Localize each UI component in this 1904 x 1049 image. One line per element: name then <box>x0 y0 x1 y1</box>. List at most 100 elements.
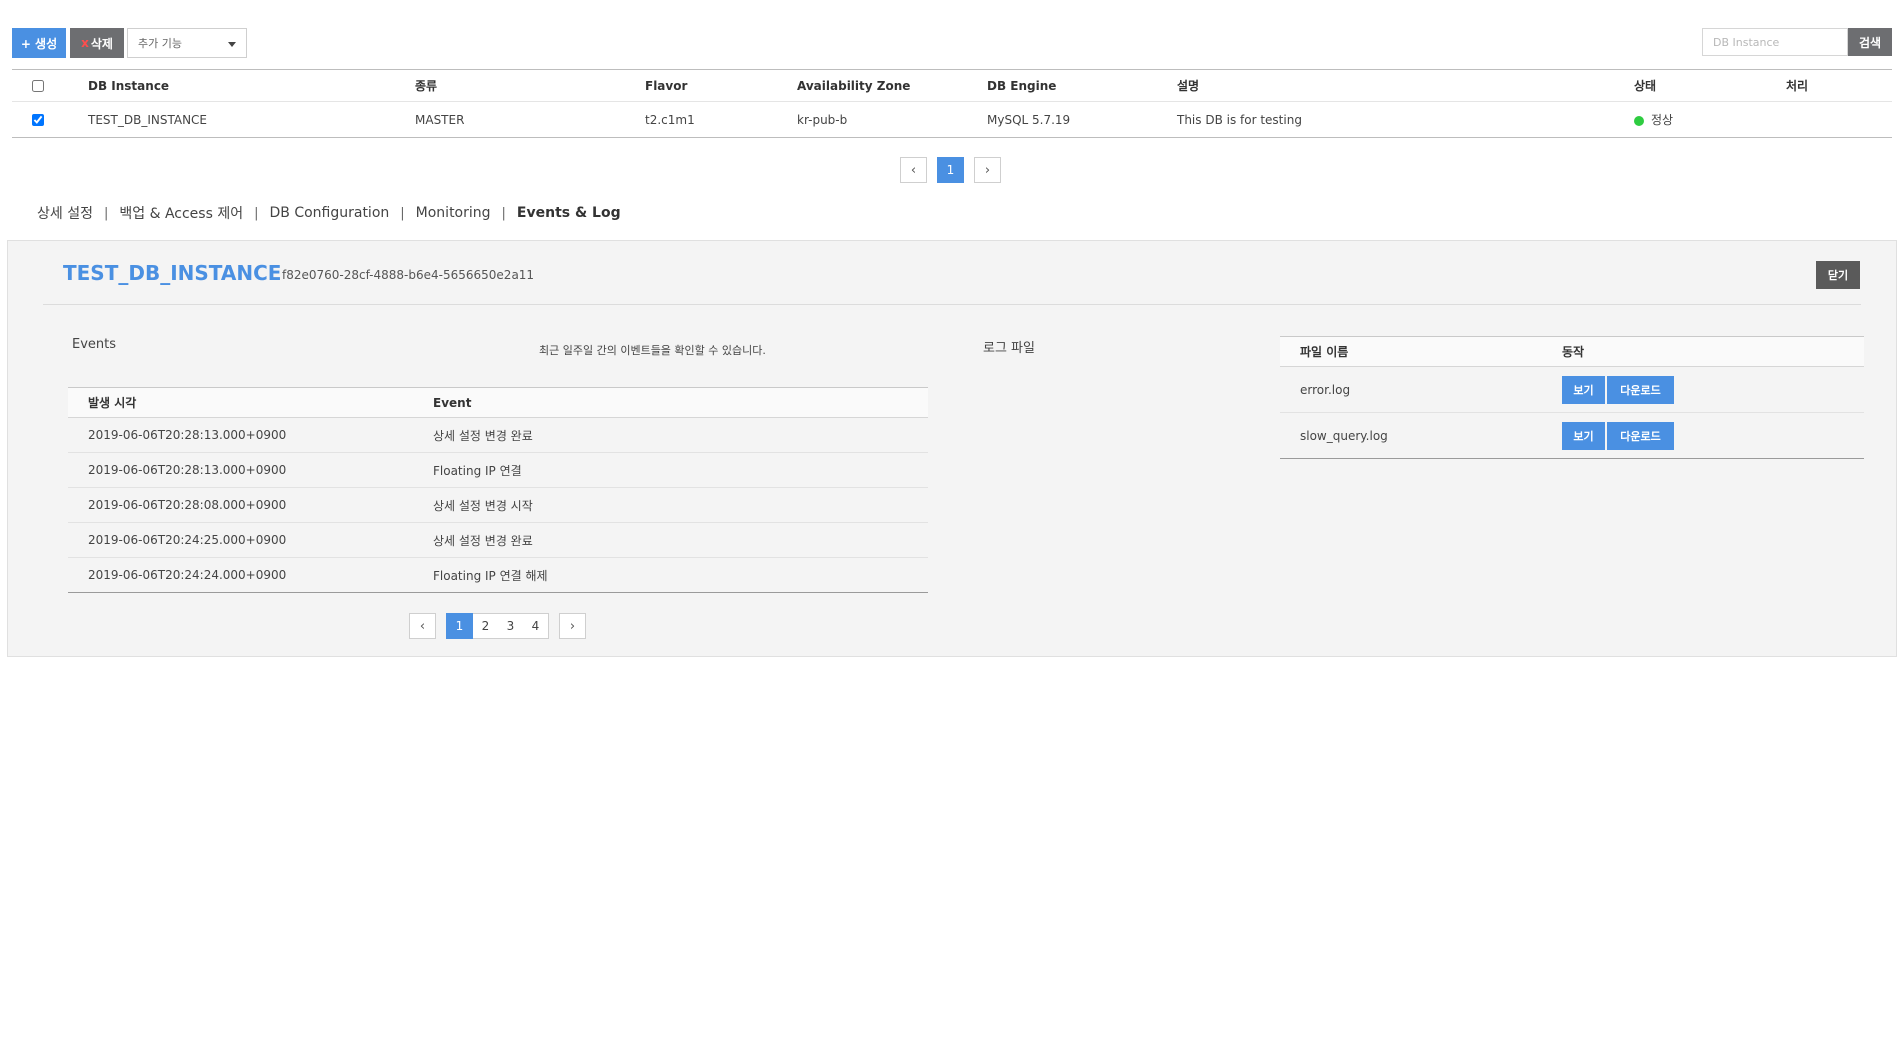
table-row[interactable]: TEST_DB_INSTANCE MASTER t2.c1m1 kr-pub-b… <box>12 102 1892 138</box>
chevron-right-icon: › <box>569 618 576 634</box>
instance-name: TEST_DB_INSTANCE <box>88 112 208 127</box>
log-files-table: 파일 이름 동작 error.log 보기 다운로드 slow_query.log… <box>1280 336 1864 459</box>
event-text: Floating IP 연결 <box>413 452 928 488</box>
status-label: 정상 <box>1651 113 1674 127</box>
chevron-right-icon: › <box>984 162 991 178</box>
event-time: 2019-06-06T20:24:24.000+0900 <box>88 568 287 582</box>
col-event: Event <box>413 387 928 418</box>
table-row: slow_query.log 보기 다운로드 <box>1280 413 1864 459</box>
delete-button[interactable]: x 삭제 <box>70 28 124 58</box>
status-ok-icon <box>1634 115 1644 126</box>
col-db-instance: DB Instance <box>88 69 415 102</box>
event-time: 2019-06-06T20:28:13.000+0900 <box>68 417 413 453</box>
row-select-cell <box>12 102 88 138</box>
page-number-2[interactable]: 2 <box>473 613 498 639</box>
col-status: 상태 <box>1634 69 1786 102</box>
event-text: 상세 설정 변경 완료 <box>413 417 928 453</box>
extra-features-select[interactable]: 추가 기능 <box>127 28 247 58</box>
instance-az: kr-pub-b <box>797 112 848 127</box>
tab-detail-settings[interactable]: 상세 설정 <box>37 203 93 223</box>
events-table-header: 발생 시각 Event <box>68 387 928 418</box>
log-actions: 보기 다운로드 <box>1542 413 1864 459</box>
event-text: 상세 설정 변경 시작 <box>413 487 928 523</box>
log-actions: 보기 다운로드 <box>1542 366 1864 413</box>
table-row: 2019-06-06T20:28:13.000+0900 상세 설정 변경 완료 <box>68 417 928 453</box>
prev-page-button[interactable]: ‹ <box>900 157 927 183</box>
col-flavor: Flavor <box>645 69 797 102</box>
events-table: 발생 시각 Event 2019-06-06T20:28:13.000+0900… <box>68 387 928 593</box>
event-time: 2019-06-06T20:28:13.000+0900 <box>68 452 413 488</box>
next-page-button[interactable]: › <box>559 613 586 639</box>
prev-page-button[interactable]: ‹ <box>409 613 436 639</box>
next-page-button[interactable]: › <box>974 157 1001 183</box>
logs-table-header: 파일 이름 동작 <box>1280 336 1864 367</box>
event-text: Floating IP 연결 해제 <box>433 568 548 583</box>
events-note: 최근 일주일 간의 이벤트들을 확인할 수 있습니다. <box>539 344 766 357</box>
events-pagination: ‹ 1 2 3 4 › <box>409 613 586 639</box>
panel-divider <box>43 304 1861 305</box>
logs-section-label: 로그 파일 <box>983 341 1035 356</box>
tab-db-configuration[interactable]: DB Configuration <box>269 205 389 221</box>
event-time: 2019-06-06T20:24:25.000+0900 <box>68 522 413 558</box>
event-text: 상세 설정 변경 완료 <box>413 522 928 558</box>
create-button[interactable]: + 생성 <box>12 28 66 58</box>
delete-x-icon: x <box>81 36 89 50</box>
page-numbers: 1 <box>937 157 964 183</box>
delete-button-label: 삭제 <box>90 36 113 51</box>
view-log-button[interactable]: 보기 <box>1562 375 1605 404</box>
table-row: 2019-06-06T20:24:25.000+0900 상세 설정 변경 완료 <box>68 522 928 558</box>
tab-events-log[interactable]: Events & Log <box>517 205 621 221</box>
tab-separator: | <box>254 205 259 221</box>
select-all-checkbox[interactable] <box>32 80 44 92</box>
table-row: 2019-06-06T20:24:24.000+0900 Floating IP … <box>68 558 928 593</box>
instance-pagination: ‹ 1 › <box>900 157 1001 183</box>
tab-backup-access[interactable]: 백업 & Access 제어 <box>119 203 243 223</box>
instance-engine: MySQL 5.7.19 <box>987 112 1071 127</box>
instance-id: f82e0760-28cf-4888-b6e4-5656650e2a11 <box>282 268 535 282</box>
page-number-1[interactable]: 1 <box>937 157 964 183</box>
select-all-cell <box>12 69 88 102</box>
instance-description: This DB is for testing <box>1177 112 1302 127</box>
events-section-label: Events <box>72 337 117 352</box>
page-number-4[interactable]: 4 <box>523 613 548 639</box>
table-row: 2019-06-06T20:28:13.000+0900 Floating IP … <box>68 452 928 488</box>
instance-table-header: DB Instance 종류 Flavor Availability Zone … <box>12 69 1892 102</box>
chevron-left-icon: ‹ <box>419 618 426 634</box>
tab-separator: | <box>400 205 405 221</box>
download-log-button[interactable]: 다운로드 <box>1607 375 1674 404</box>
instance-table: DB Instance 종류 Flavor Availability Zone … <box>12 69 1892 138</box>
col-action: 처리 <box>1786 69 1892 102</box>
page-number-3[interactable]: 3 <box>498 613 523 639</box>
col-file-name: 파일 이름 <box>1280 336 1542 367</box>
download-log-button[interactable]: 다운로드 <box>1607 421 1674 450</box>
col-description: 설명 <box>1177 69 1634 102</box>
page-numbers: 1 2 3 4 <box>446 613 549 639</box>
search-button[interactable]: 검색 <box>1848 28 1892 56</box>
col-availability-zone: Availability Zone <box>797 69 987 102</box>
instance-flavor: t2.c1m1 <box>645 112 695 127</box>
page-number-1[interactable]: 1 <box>446 613 473 639</box>
instance-title: TEST_DB_INSTANCE <box>63 261 282 285</box>
toolbar: + 생성 x삭제 추가 기능 검색 <box>12 28 1892 60</box>
tab-monitoring[interactable]: Monitoring <box>416 205 491 221</box>
view-log-button[interactable]: 보기 <box>1562 421 1605 450</box>
search-input[interactable] <box>1702 28 1848 56</box>
instance-type: MASTER <box>415 112 465 127</box>
event-time: 2019-06-06T20:28:08.000+0900 <box>68 487 413 523</box>
detail-panel: TEST_DB_INSTANCE f82e0760-28cf-4888-b6e4… <box>7 240 1897 657</box>
caret-down-icon <box>228 42 236 47</box>
tab-separator: | <box>501 205 506 221</box>
chevron-left-icon: ‹ <box>910 162 917 178</box>
extra-features-value: 추가 기능 <box>138 37 182 50</box>
col-action: 동작 <box>1542 336 1864 367</box>
col-db-engine: DB Engine <box>987 69 1177 102</box>
detail-tabs: 상세 설정 | 백업 & Access 제어 | DB Configuratio… <box>37 203 621 223</box>
table-row: error.log 보기 다운로드 <box>1280 366 1864 413</box>
instance-action <box>1786 102 1892 138</box>
instance-status: 정상 <box>1634 102 1786 138</box>
col-type: 종류 <box>415 69 645 102</box>
log-file-name: error.log <box>1280 366 1542 413</box>
table-row: 2019-06-06T20:28:08.000+0900 상세 설정 변경 시작 <box>68 487 928 523</box>
close-button[interactable]: 닫기 <box>1816 261 1860 289</box>
row-checkbox[interactable] <box>32 114 44 126</box>
